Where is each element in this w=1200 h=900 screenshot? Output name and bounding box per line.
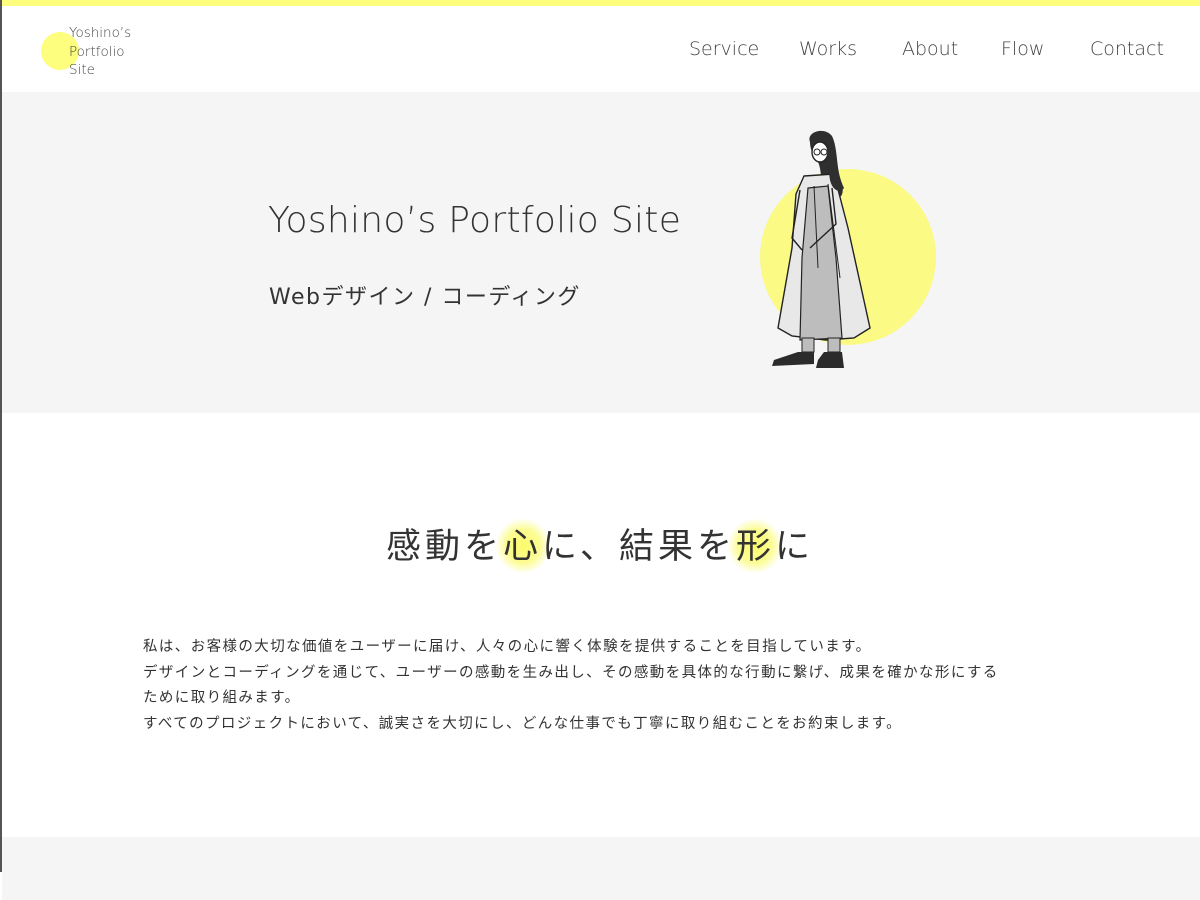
woman-illustration [772, 130, 871, 368]
logo-line: Site [69, 62, 95, 78]
left-edge-line [0, 0, 2, 872]
catch-highlight: 心 [494, 518, 551, 575]
catch-part: 感動を [385, 527, 503, 567]
next-section-band [2, 837, 1200, 900]
logo-text: Yoshino’s Portfolio Site [69, 24, 159, 80]
nav-works[interactable]: Works [799, 38, 857, 60]
message-line: ために取り組みます。 [143, 690, 301, 706]
nav-contact[interactable]: Contact [1090, 38, 1164, 60]
hero-subtitle: Webデザイン / コーディング [269, 285, 581, 310]
site-logo[interactable]: Yoshino’s Portfolio Site [40, 24, 160, 84]
catch-part: に、結果を [542, 527, 736, 567]
logo-line: Yoshino’s [69, 25, 132, 41]
catch-part: に [774, 527, 814, 567]
message-line: すべてのプロジェクトにおいて、誠実さを大切にし、どんな仕事でも丁寧に取り組むこと… [143, 715, 902, 732]
hero-title: Yoshino’s Portfolio Site [268, 200, 682, 241]
nav-flow[interactable]: Flow [1001, 38, 1044, 60]
site-header: Yoshino’s Portfolio Site Service Works A… [0, 6, 1200, 92]
message-line: 私は、お客様の大切な価値をユーザーに届け、人々の心に響く体験を提供することを目指… [143, 639, 872, 655]
nav-service[interactable]: Service [689, 38, 759, 60]
catch-highlight: 形 [727, 518, 784, 575]
hero-section: Yoshino’s Portfolio Site Webデザイン / コーディン… [2, 92, 1200, 413]
message-line: デザインとコーディングを通じて、ユーザーの感動を生み出し、その感動を具体的な行動… [143, 664, 999, 681]
catchphrase: 感動を心に、結果を形に [0, 518, 1200, 575]
nav-about[interactable]: About [902, 38, 958, 60]
logo-line: Portfolio [69, 43, 125, 60]
message-body: 私は、お客様の大切な価値をユーザーに届け、人々の心に響く体験を提供することを目指… [143, 635, 1073, 737]
